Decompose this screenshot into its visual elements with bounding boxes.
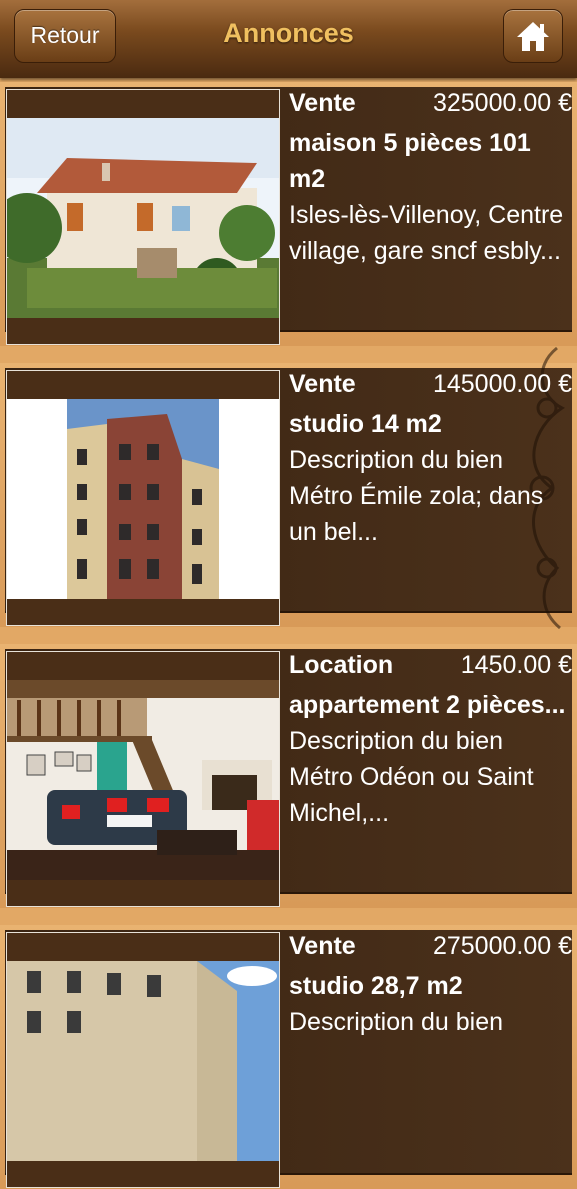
listing-headline: studio 14 m2: [289, 410, 442, 438]
listing-card[interactable]: Vente 325000.00 € maison 5 pièces 101 m2…: [5, 87, 572, 345]
building-photo: [7, 399, 279, 599]
listing-headline: studio 28,7 m2: [289, 972, 463, 1000]
listing-info: Location 1450.00 € appartement 2 pièces.…: [289, 651, 572, 831]
listing-card[interactable]: Vente 275000.00 € studio 28,7 m2 Descrip…: [5, 930, 572, 1188]
navigation-bar: Retour Annonces: [0, 0, 577, 78]
living-room-photo: [7, 680, 279, 880]
listing-headline: appartement 2 pièces...: [289, 691, 566, 719]
listing-row[interactable]: Vente 325000.00 € maison 5 pièces 101 m2…: [0, 82, 577, 346]
listing-type: Vente: [289, 89, 356, 117]
page-title: Annonces: [223, 18, 354, 48]
listing-description: Description du bien Métro Odéon ou Saint…: [289, 727, 534, 827]
listing-thumbnail: [6, 651, 280, 907]
house-photo: [7, 118, 279, 318]
listing-price: 1450.00 €: [460, 651, 572, 679]
listing-info: Vente 325000.00 € maison 5 pièces 101 m2…: [289, 89, 572, 269]
listing-type: Vente: [289, 932, 356, 960]
listing-type: Vente: [289, 370, 356, 398]
facade-photo: [7, 961, 279, 1161]
listing-card[interactable]: Location 1450.00 € appartement 2 pièces.…: [5, 649, 572, 907]
listing-description: Description du bien: [289, 1008, 504, 1036]
listing-row[interactable]: Vente 145000.00 € studio 14 m2 Descripti…: [0, 346, 577, 630]
listing-price: 145000.00 €: [432, 370, 572, 398]
listing-card[interactable]: Vente 145000.00 € studio 14 m2 Descripti…: [5, 346, 572, 630]
listing-description: Isles-lès-Villenoy, Centre village, gare…: [289, 201, 564, 265]
listing-thumbnail: [6, 89, 280, 345]
home-icon: [517, 22, 549, 51]
home-button[interactable]: [503, 9, 563, 63]
listing-thumbnail: [6, 370, 280, 626]
listing-thumbnail: [6, 932, 280, 1188]
listing-description: Description du bien Métro Émile zola; da…: [289, 446, 544, 546]
listing-info: Vente 145000.00 € studio 14 m2 Descripti…: [289, 370, 572, 550]
listing-headline: maison 5 pièces 101 m2: [289, 129, 531, 193]
listing-row[interactable]: Location 1450.00 € appartement 2 pièces.…: [0, 644, 577, 908]
listing-price: 325000.00 €: [432, 89, 572, 117]
listing-row[interactable]: Vente 275000.00 € studio 28,7 m2 Descrip…: [0, 925, 577, 1189]
listing-price: 275000.00 €: [432, 932, 572, 960]
listing-type: Location: [289, 651, 394, 679]
